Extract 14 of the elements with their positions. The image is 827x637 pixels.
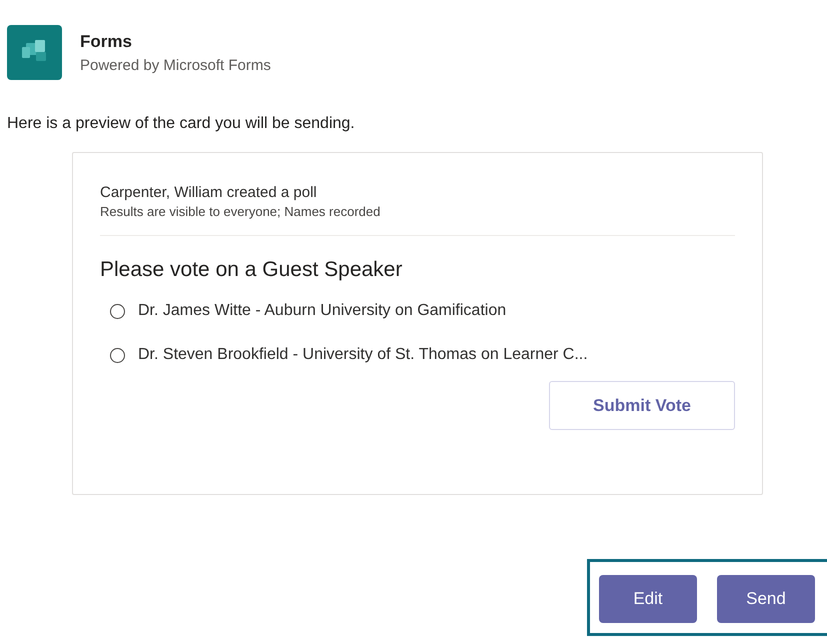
action-button[interactable]: Edit bbox=[599, 575, 697, 623]
option-label[interactable]: Dr. Steven Brookfield - University of St. Thomas on Learner C... bbox=[138, 343, 588, 367]
poll-question: Please vote on a Guest Speaker bbox=[100, 257, 404, 283]
app-subtitle: Powered by Microsoft Forms bbox=[80, 56, 271, 76]
app-title: Forms bbox=[80, 31, 133, 53]
option-label[interactable]: Dr. James Witte - Auburn University on Gamification bbox=[138, 299, 506, 323]
author-line: Carpenter, William created a poll bbox=[100, 183, 318, 203]
forms-app-icon bbox=[7, 25, 62, 80]
visibility-note: Results are visible to everyone; Names recorded bbox=[100, 203, 382, 221]
action-button[interactable]: Send bbox=[717, 575, 815, 623]
radio-button[interactable] bbox=[110, 304, 125, 318]
radio-button[interactable] bbox=[110, 348, 125, 362]
intro-text: Here is a preview of the card you will be sending. bbox=[7, 114, 356, 134]
submit-vote-button[interactable]: Submit Vote bbox=[549, 381, 735, 430]
